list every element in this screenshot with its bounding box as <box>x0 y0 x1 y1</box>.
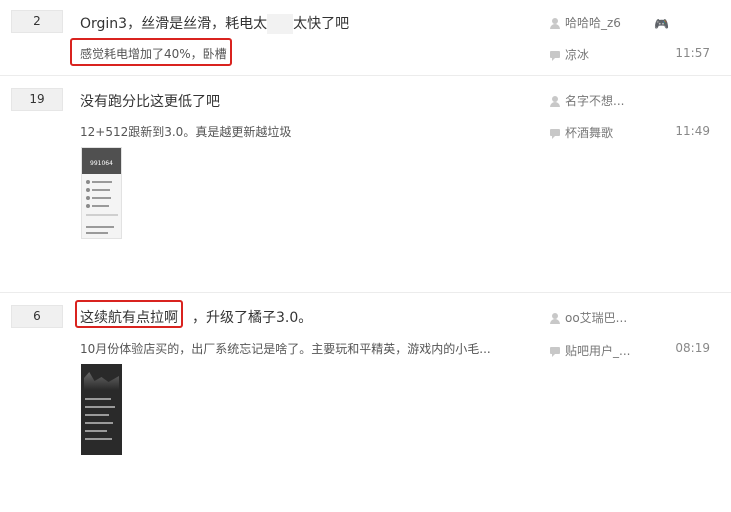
thread-title[interactable]: Orgin3，丝滑是丝滑，耗电太 太快了吧 <box>80 13 349 34</box>
author-name[interactable]: 名字不想... <box>565 94 624 108</box>
reply-count-badge: 19 <box>11 88 63 111</box>
thread-image-thumbnail[interactable] <box>81 364 122 455</box>
comment-icon <box>550 129 560 139</box>
thread-title-text[interactable]: 这续航有点拉啊 <box>80 310 178 326</box>
author-name[interactable]: oo艾瑞巴... <box>565 311 627 325</box>
last-reply[interactable]: 凉冰 <box>550 46 589 63</box>
thread-image-thumbnail[interactable]: 991064 <box>81 147 122 239</box>
thread-title-text[interactable]: 没有跑分比这更低了吧 <box>80 94 220 110</box>
thread-title[interactable]: 没有跑分比这更低了吧 <box>80 91 220 111</box>
author-name[interactable]: 哈哈哈_z6 <box>565 16 621 30</box>
censored-block <box>267 14 294 34</box>
reply-time: 11:49 <box>675 124 710 138</box>
last-reply[interactable]: 贴吧用户_... <box>550 342 630 359</box>
thread-abstract: 12+512跟新到3.0。真是越更新越垃圾 <box>80 125 292 139</box>
thread-title[interactable]: 这续航有点拉啊 ，升级了橘子3.0。 <box>80 307 312 327</box>
thread-abstract: 10月份体验店买的，出厂系统忘记是啥了。主要玩和平精英，游戏内的小毛... <box>80 342 491 356</box>
thread-item: 19 没有跑分比这更低了吧 12+512跟新到3.0。真是越更新越垃圾 9910… <box>0 76 731 293</box>
person-icon <box>550 96 560 107</box>
reply-count-badge: 6 <box>11 305 63 328</box>
last-replier-name[interactable]: 凉冰 <box>565 48 589 62</box>
thread-title-text-end[interactable]: 太快了吧 <box>293 16 349 32</box>
comment-icon <box>550 51 560 61</box>
gamepad-icon[interactable]: 🎮 <box>654 17 669 31</box>
thread-author[interactable]: 哈哈哈_z6 <box>550 14 621 31</box>
last-reply[interactable]: 杯酒舞歌 <box>550 124 613 141</box>
reply-time: 11:57 <box>675 46 710 60</box>
thread-author[interactable]: 名字不想... <box>550 92 624 109</box>
last-replier-name[interactable]: 杯酒舞歌 <box>565 126 613 140</box>
person-icon <box>550 313 560 324</box>
reply-count-badge: 2 <box>11 10 63 33</box>
reply-time: 08:19 <box>675 341 710 355</box>
thread-abstract: 感觉耗电增加了40%，卧槽 <box>80 47 227 61</box>
thread-title-text[interactable]: Orgin3，丝滑是丝滑，耗电太 <box>80 16 267 32</box>
thread-item: 2 Orgin3，丝滑是丝滑，耗电太 太快了吧 感觉耗电增加了40%，卧槽 哈哈哈… <box>0 0 731 76</box>
thread-title-text-end[interactable]: ，升级了橘子3.0。 <box>192 310 312 326</box>
comment-icon <box>550 347 560 357</box>
last-replier-name[interactable]: 贴吧用户_... <box>565 344 630 358</box>
thread-author[interactable]: oo艾瑞巴... <box>550 309 627 326</box>
thread-item: 6 这续航有点拉啊 ，升级了橘子3.0。 10月份体验店买的，出厂系统忘记是啥了。… <box>0 293 731 512</box>
thumb-score: 991064 <box>90 160 113 167</box>
person-icon <box>550 18 560 29</box>
